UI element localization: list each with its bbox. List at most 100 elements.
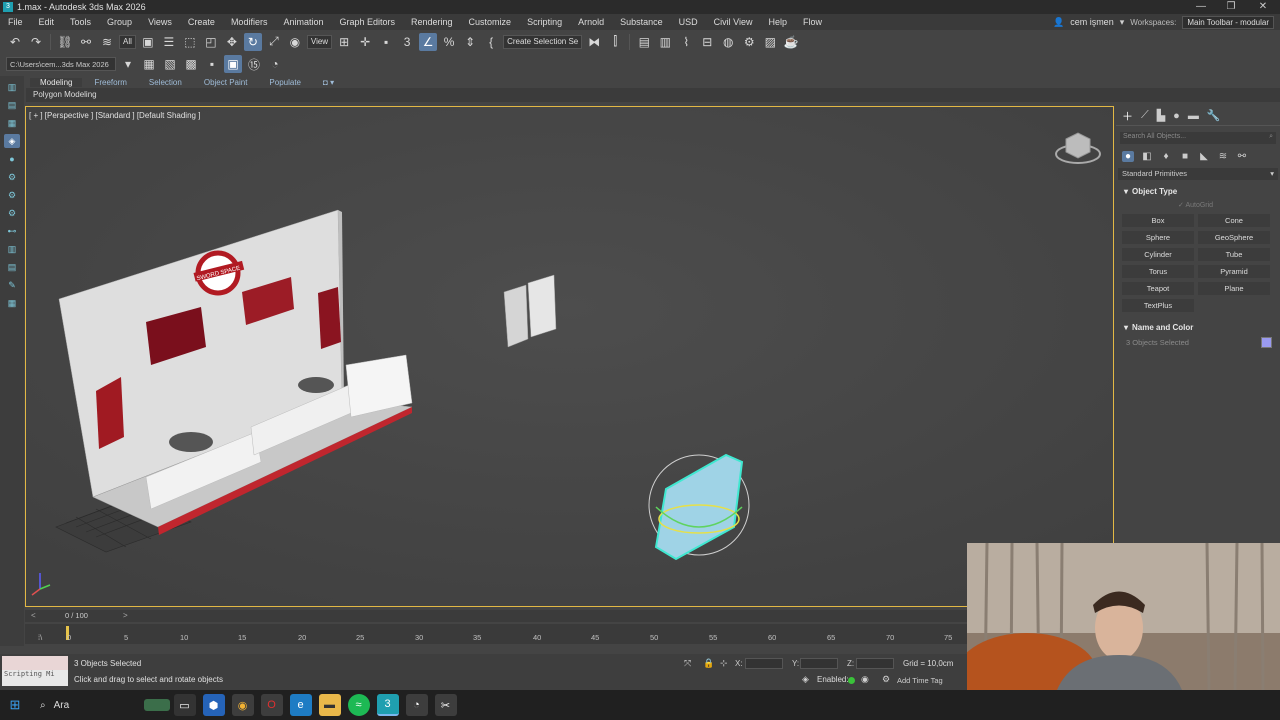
menu-flow[interactable]: Flow <box>795 17 830 27</box>
ribbon-options-icon[interactable]: ◘ ▾ <box>313 78 344 87</box>
percent-snap-icon[interactable]: % <box>440 33 458 51</box>
rotate-icon[interactable]: ↻ <box>243 32 262 51</box>
menu-scripting[interactable]: Scripting <box>519 17 570 27</box>
link-icon[interactable]: ⛓ <box>56 33 74 51</box>
object-type-rollout[interactable]: ▾ Object Type <box>1116 185 1280 197</box>
scale-icon[interactable]: ⤢ <box>265 33 283 51</box>
scene-explorer-icon[interactable]: ▤ <box>635 33 653 51</box>
curve-editor-icon[interactable]: ⌇ <box>677 33 695 51</box>
snipping-tool-icon[interactable]: ✂ <box>434 694 457 716</box>
snaps-toggle-icon[interactable]: 3 <box>398 33 416 51</box>
tube-button[interactable]: Tube <box>1198 248 1270 261</box>
edit-named-selection-icon[interactable]: { <box>482 33 500 51</box>
brush-icon[interactable]: ✎ <box>4 278 20 292</box>
display-icon[interactable]: ▤ <box>4 260 20 274</box>
torus-button[interactable]: Torus <box>1122 265 1194 278</box>
close-button[interactable]: ✕ <box>1248 0 1278 14</box>
window-crossing-icon[interactable]: ◰ <box>202 33 220 51</box>
y-coordinate-field[interactable] <box>800 658 838 669</box>
track-filter-icon[interactable]: ⁞\ <box>38 633 42 642</box>
time-slider[interactable]: < 0 / 100 > <box>25 610 967 622</box>
menu-edit[interactable]: Edit <box>31 17 63 27</box>
network-icon[interactable]: ⊷ <box>4 224 20 238</box>
space-warps-icon[interactable]: ≋ <box>1217 151 1229 162</box>
x-coordinate-field[interactable] <box>745 658 783 669</box>
menu-group[interactable]: Group <box>99 17 140 27</box>
menu-usd[interactable]: USD <box>671 17 706 27</box>
select-by-name-icon[interactable]: ☰ <box>160 33 178 51</box>
z-coordinate-field[interactable] <box>856 658 894 669</box>
clock-app-icon[interactable]: ◔ <box>405 694 428 716</box>
modify-tab-icon[interactable]: ⟋ <box>1141 109 1149 122</box>
workspace-select[interactable]: Main Toolbar - modular <box>1182 15 1274 29</box>
rectangular-selection-icon[interactable]: ⬚ <box>181 33 199 51</box>
tab-object-paint[interactable]: Object Paint <box>194 78 258 87</box>
file-explorer-icon[interactable]: ▬ <box>318 694 341 716</box>
object-name-field[interactable]: 3 Objects Selected <box>1126 338 1189 347</box>
opera-icon[interactable]: O <box>260 694 283 716</box>
name-color-rollout[interactable]: ▾ Name and Color <box>1116 321 1280 333</box>
helpers-icon[interactable]: ◣ <box>1198 151 1210 162</box>
bind-space-warp-icon[interactable]: ≋ <box>98 33 116 51</box>
project-folder-icon[interactable]: ▾ <box>119 55 137 73</box>
systems-icon[interactable]: ⚯ <box>1236 151 1248 162</box>
pyramid-button[interactable]: Pyramid <box>1198 265 1270 278</box>
menu-animation[interactable]: Animation <box>275 17 331 27</box>
move-icon[interactable]: ✥ <box>223 33 241 51</box>
spinner-snap-icon[interactable]: ⇕ <box>461 33 479 51</box>
time-config-icon[interactable]: ◉ <box>861 674 869 685</box>
chrome-icon[interactable]: ◉ <box>231 694 254 716</box>
menu-graph-editors[interactable]: Graph Editors <box>331 17 403 27</box>
enabled-indicator[interactable] <box>848 677 855 684</box>
utilities-tab-icon[interactable]: 🔧 <box>1207 109 1221 122</box>
store-icon[interactable]: ⬢ <box>202 694 225 716</box>
spotify-icon[interactable]: ≈ <box>347 694 370 716</box>
undo-icon[interactable]: ↶ <box>6 33 24 51</box>
cylinder-button[interactable]: Cylinder <box>1122 248 1194 261</box>
keyboard-shortcut-override-icon[interactable]: ▪ <box>377 33 395 51</box>
menu-file[interactable]: File <box>0 17 31 27</box>
display-tab-icon[interactable]: ▬ <box>1188 110 1199 122</box>
lights-icon[interactable]: ♦ <box>1160 151 1172 162</box>
textplus-button[interactable]: TextPlus <box>1122 299 1194 312</box>
sphere-button[interactable]: Sphere <box>1122 231 1194 244</box>
maxscript-output[interactable] <box>2 656 68 670</box>
geometry-icon[interactable]: ● <box>1122 150 1134 162</box>
chevron-down-icon[interactable]: ▾ <box>1120 17 1125 28</box>
geosphere-button[interactable]: GeoSphere <box>1198 231 1270 244</box>
render-icon[interactable]: ☕ <box>782 33 800 51</box>
motion-tab-icon[interactable]: ● <box>1173 110 1180 122</box>
menu-rendering[interactable]: Rendering <box>403 17 461 27</box>
task-view-icon[interactable]: ▭ <box>173 694 196 716</box>
user-name[interactable]: cem işmen <box>1070 17 1114 27</box>
grid-icon[interactable]: ▦ <box>4 296 20 310</box>
vol-icon[interactable]: ⚙ <box>4 206 20 220</box>
pivot-center-icon[interactable]: ⊞ <box>335 33 353 51</box>
lock-icon[interactable]: 🔒 <box>703 658 714 669</box>
shapes-icon[interactable]: ◧ <box>1141 151 1153 162</box>
layout-grid-icon[interactable]: ▦ <box>4 116 20 130</box>
angle-snap-icon[interactable]: ∠ <box>419 32 438 51</box>
recent-folder-icon[interactable]: ▪ <box>203 55 221 73</box>
select-manipulate-icon[interactable]: ✛ <box>356 33 374 51</box>
maxscript-input[interactable]: Scripting Mi <box>2 670 68 678</box>
proc-icon[interactable]: ⚙ <box>4 170 20 184</box>
cameras-icon[interactable]: ■ <box>1179 151 1191 162</box>
material-editor-icon[interactable]: ◍ <box>719 33 737 51</box>
menu-substance[interactable]: Substance <box>612 17 671 27</box>
windows-start-icon[interactable]: ⊞ <box>0 690 30 720</box>
render-setup-icon[interactable]: ⚙ <box>740 33 758 51</box>
align-icon[interactable]: ⫿ <box>606 33 624 51</box>
select-object-icon[interactable]: ▣ <box>139 33 157 51</box>
layers-icon[interactable]: ▥ <box>4 242 20 256</box>
reference-coordinate-select[interactable]: View <box>306 34 333 49</box>
tab-populate[interactable]: Populate <box>259 78 311 87</box>
teapot-button[interactable]: Teapot <box>1122 282 1194 295</box>
mirror-icon[interactable]: ⧓ <box>585 33 603 51</box>
maxscript-listener[interactable]: Scripting Mi <box>2 656 68 686</box>
edge-icon[interactable]: e <box>289 694 312 716</box>
tab-freeform[interactable]: Freeform <box>84 78 136 87</box>
cone-button[interactable]: Cone <box>1198 214 1270 227</box>
elem-icon[interactable]: ⚙ <box>4 188 20 202</box>
tab-modeling[interactable]: Modeling <box>30 77 83 87</box>
